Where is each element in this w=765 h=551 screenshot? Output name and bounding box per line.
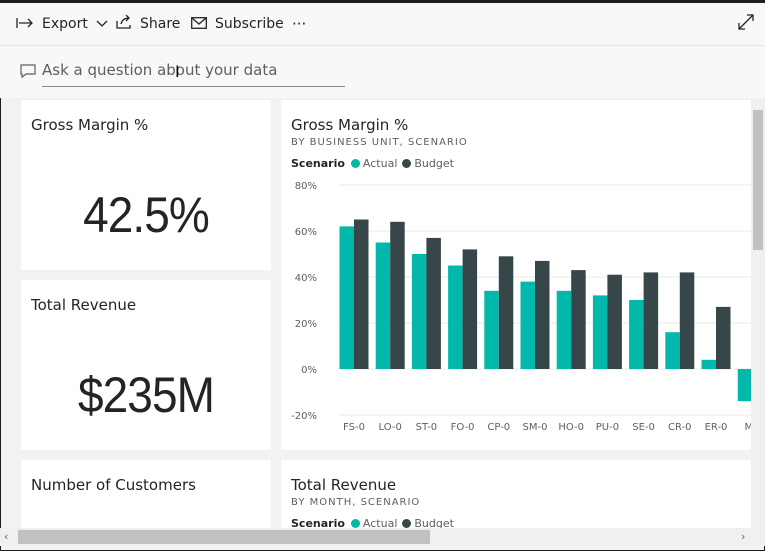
subscribe-button[interactable]: Subscribe [191, 3, 284, 45]
kpi-value: 42.5% [83, 187, 210, 243]
x-tick-label: CP-0 [487, 422, 510, 433]
bar-actual [629, 300, 644, 369]
qa-underline [42, 86, 345, 87]
bar-actual [484, 290, 499, 369]
tile-gross-margin-kpi[interactable]: Gross Margin % 42.5% [21, 100, 271, 270]
toolbar: Export Share Subscribe ··· [0, 3, 765, 46]
legend-actual-dot [350, 519, 360, 528]
x-tick-label: FS-0 [343, 422, 365, 433]
text-cursor-icon: I [175, 62, 180, 81]
x-tick-label: SE-0 [632, 422, 655, 433]
subscribe-label: Subscribe [215, 16, 284, 32]
tile-number-of-customers[interactable]: Number of Customers [21, 460, 271, 530]
x-tick-label: PU-0 [596, 422, 619, 433]
scroll-right-arrow-icon[interactable]: › [741, 530, 745, 543]
bar-actual [375, 242, 391, 369]
kpi-value: $235M [77, 367, 215, 423]
y-tick-label: 40% [295, 273, 317, 284]
y-tick-label: 0% [301, 365, 317, 376]
share-icon [116, 14, 132, 33]
bar-budget [535, 260, 550, 369]
bar-budget [426, 237, 441, 369]
bar-budget [571, 270, 586, 369]
mail-icon [191, 15, 207, 33]
chart-subtitle: BY MONTH, SCENARIO [291, 497, 421, 508]
export-icon [16, 15, 34, 33]
vertical-scrollbar-thumb[interactable] [753, 110, 763, 250]
share-button[interactable]: Share [116, 3, 180, 45]
bar-budget [607, 274, 622, 369]
legend-budget-dot [402, 519, 412, 528]
bar-budget [462, 249, 478, 369]
y-tick-label: 60% [295, 227, 317, 238]
more-options-button[interactable]: ··· [292, 3, 306, 45]
y-tick-label: 80% [295, 181, 317, 192]
x-tick-label: SM-0 [523, 422, 548, 433]
tile-title: Total Revenue [31, 296, 137, 314]
bar-actual [556, 290, 572, 369]
bar-budget [354, 219, 369, 369]
tile-title: Gross Margin % [31, 116, 149, 134]
bar-actual [448, 265, 463, 369]
tile-total-revenue-chart[interactable]: Total Revenue BY MONTH, SCENARIO Scenari… [281, 460, 756, 530]
export-button[interactable]: Export [16, 3, 108, 45]
bar-actual [339, 226, 354, 369]
bar-actual [701, 359, 716, 369]
qa-input[interactable]: Ask a question about your data [42, 61, 277, 79]
bar-actual [411, 254, 427, 369]
x-tick-label: LO-0 [379, 422, 402, 433]
bar-actual [520, 281, 535, 369]
tile-title: Number of Customers [31, 476, 196, 494]
fullscreen-button[interactable] [738, 3, 754, 45]
share-label: Share [140, 16, 181, 32]
chevron-down-icon [96, 16, 108, 32]
bar-actual [592, 295, 608, 369]
x-tick-label: CR-0 [668, 422, 692, 433]
bar-budget [498, 256, 514, 369]
x-tick-label: FO-0 [451, 422, 475, 433]
y-tick-label: 20% [295, 319, 317, 330]
x-tick-label: ER-0 [705, 422, 728, 433]
tile-total-revenue-kpi[interactable]: Total Revenue $235M [21, 280, 271, 450]
horizontal-scrollbar-thumb[interactable] [18, 530, 430, 544]
expand-icon [738, 14, 754, 34]
bar-budget [679, 272, 695, 369]
y-tick-label: -20% [291, 411, 317, 422]
bar-chart: 80% 60% 40% 20% 0% -20% FS-0 LO-0 ST-0 FO-0 CP-0 SM… [291, 181, 756, 433]
scroll-left-arrow-icon[interactable]: ‹ [4, 530, 8, 543]
bar-budget [390, 221, 405, 369]
chat-icon [20, 63, 36, 79]
bar-actual [665, 332, 680, 369]
chart-title: Total Revenue [291, 476, 397, 494]
x-tick-label: HO-0 [558, 422, 584, 433]
export-label: Export [42, 16, 88, 32]
x-tick-label: ST-0 [416, 422, 438, 433]
bar-budget [643, 272, 659, 369]
more-icon: ··· [292, 15, 307, 33]
tile-gross-margin-chart[interactable]: Gross Margin % BY BUSINESS UNIT, SCENARI… [281, 100, 756, 450]
bar-budget [716, 306, 731, 369]
